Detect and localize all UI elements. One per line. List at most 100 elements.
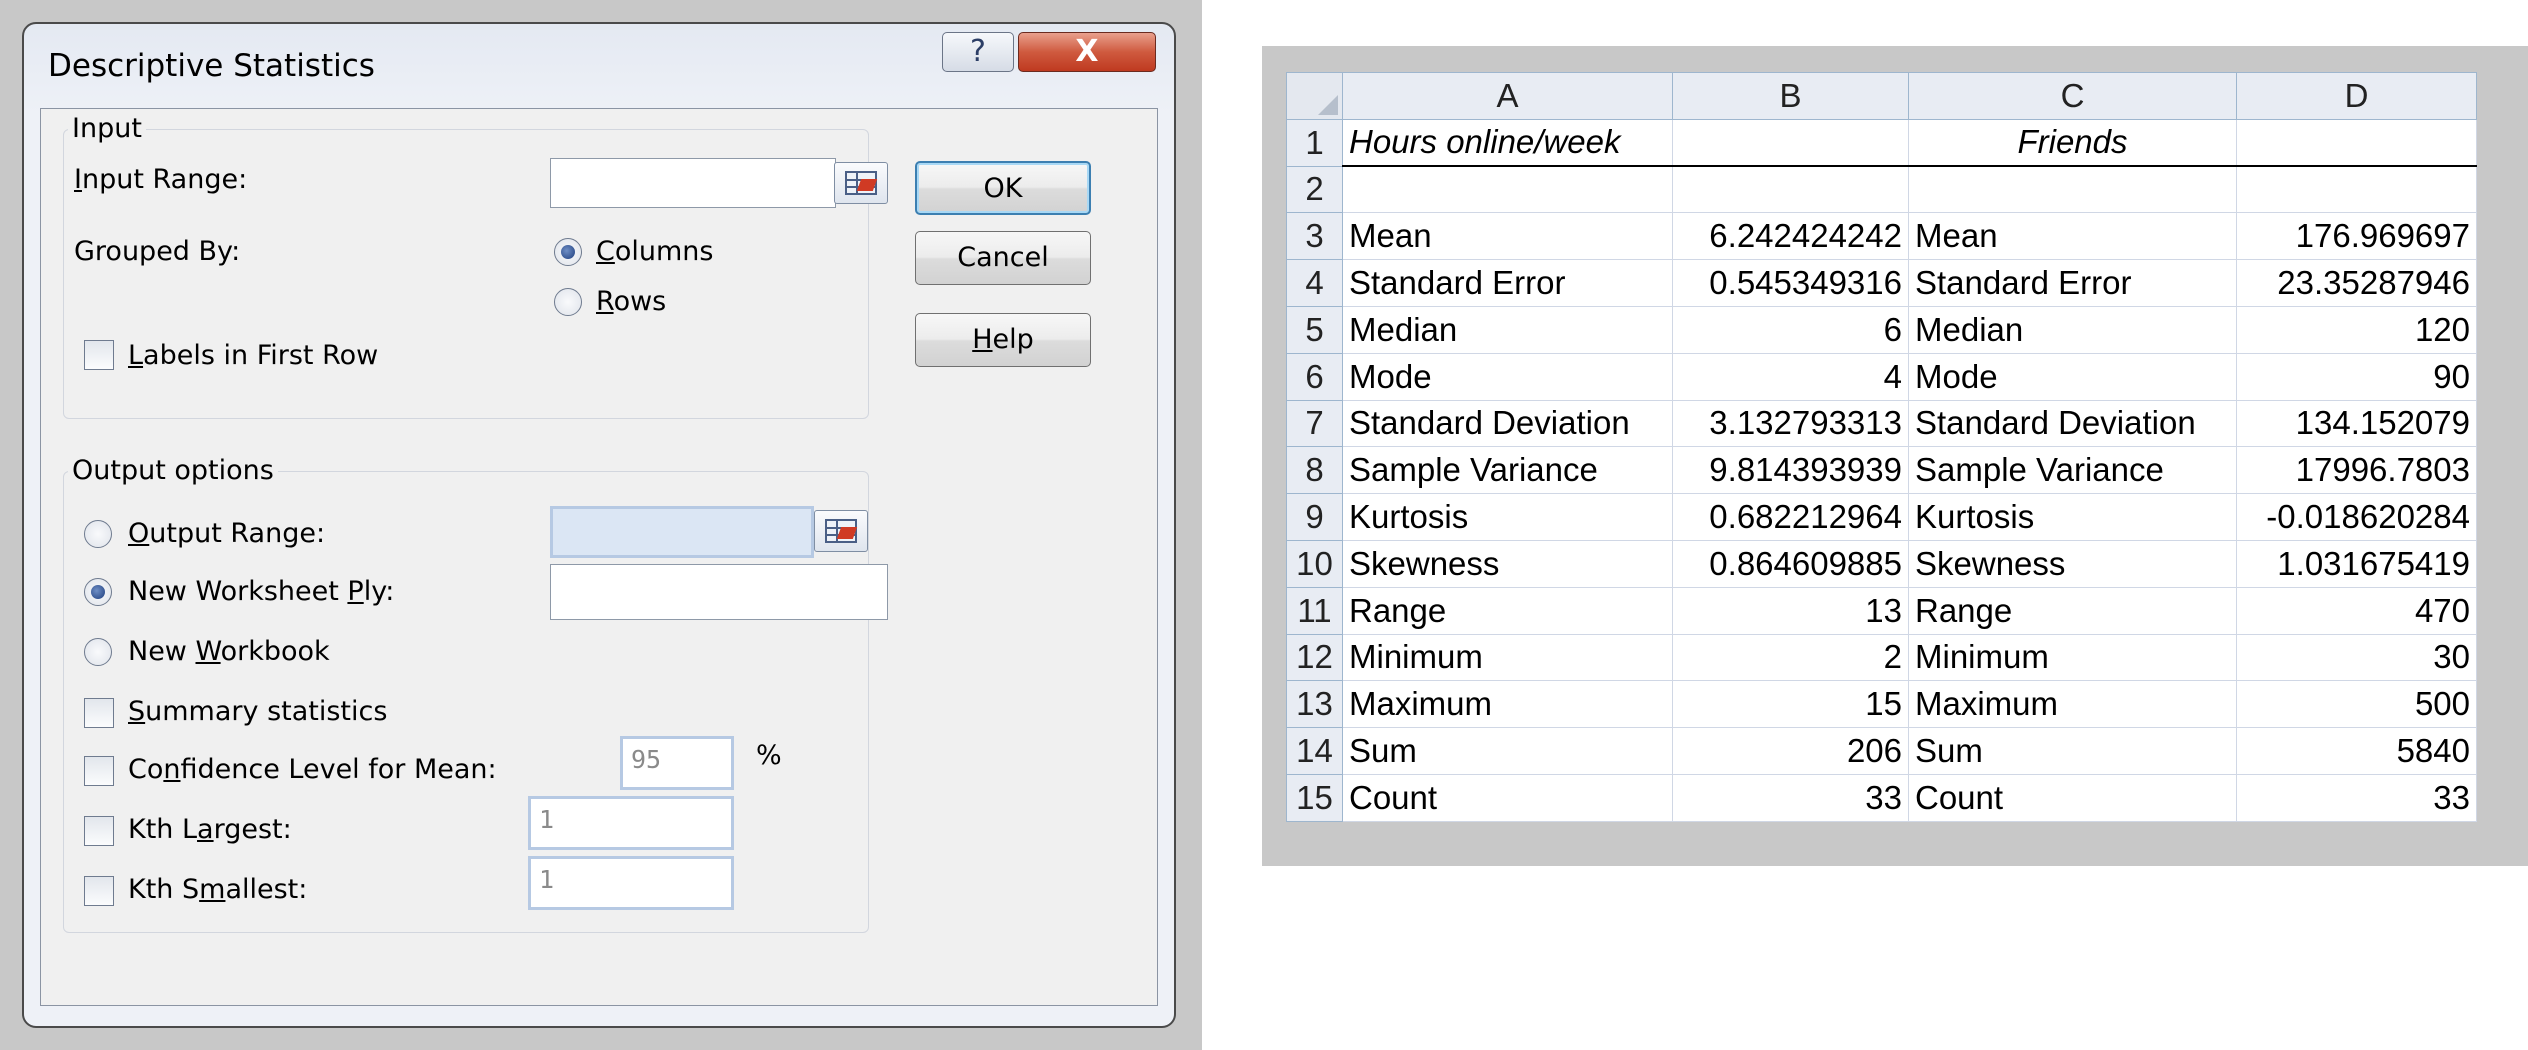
cell[interactable] xyxy=(2236,118,2477,168)
cell[interactable] xyxy=(1908,165,2237,214)
cell[interactable]: Count xyxy=(1908,773,2237,822)
cell[interactable]: Mean xyxy=(1342,212,1673,261)
cell[interactable]: Standard Error xyxy=(1908,259,2237,307)
new-worksheet-ply-field[interactable] xyxy=(550,564,888,620)
row-header[interactable]: 1 xyxy=(1286,118,1343,167)
cell[interactable]: 120 xyxy=(2236,305,2477,354)
cell[interactable] xyxy=(1342,165,1673,214)
cell[interactable]: Count xyxy=(1342,773,1673,822)
cell[interactable]: Standard Deviation xyxy=(1342,399,1673,448)
row-header[interactable]: 10 xyxy=(1286,539,1343,588)
cell[interactable]: Standard Deviation xyxy=(1908,399,2237,448)
help-button[interactable]: Help xyxy=(915,313,1091,367)
cell[interactable]: 5840 xyxy=(2236,727,2477,775)
cell[interactable]: Range xyxy=(1908,586,2237,635)
rows-radio[interactable] xyxy=(554,288,582,316)
cell[interactable]: 1.031675419 xyxy=(2236,539,2477,588)
row-header[interactable]: 15 xyxy=(1286,773,1343,822)
cell[interactable]: 17996.7803 xyxy=(2236,446,2477,495)
output-range-field[interactable] xyxy=(550,506,814,558)
cell[interactable]: 0.864609885 xyxy=(1672,539,1909,588)
cell[interactable]: Maximum xyxy=(1908,680,2237,729)
confidence-level-checkbox[interactable] xyxy=(84,756,114,786)
kth-largest-field[interactable]: 1 xyxy=(528,796,734,850)
kth-smallest-field[interactable]: 1 xyxy=(528,856,734,910)
cell[interactable] xyxy=(1672,118,1909,168)
input-range-collapse-button[interactable] xyxy=(834,162,888,204)
cell[interactable]: 206 xyxy=(1672,727,1909,775)
cell[interactable]: Mean xyxy=(1908,212,2237,261)
new-worksheet-ply-radio[interactable] xyxy=(84,578,112,606)
cell[interactable]: Mode xyxy=(1908,352,2237,401)
row-header[interactable]: 11 xyxy=(1286,586,1343,635)
cell[interactable]: 500 xyxy=(2236,680,2477,729)
new-workbook-radio[interactable] xyxy=(84,638,112,666)
row-header[interactable]: 4 xyxy=(1286,259,1343,307)
cell[interactable]: Mode xyxy=(1342,352,1673,401)
labels-first-row-checkbox[interactable] xyxy=(84,340,114,370)
cell[interactable]: 470 xyxy=(2236,586,2477,635)
ok-button[interactable]: OK xyxy=(915,161,1091,215)
cell[interactable]: Kurtosis xyxy=(1908,493,2237,541)
cell[interactable]: 33 xyxy=(1672,773,1909,822)
cell[interactable]: 90 xyxy=(2236,352,2477,401)
cell[interactable]: Standard Error xyxy=(1342,259,1673,307)
row-header[interactable]: 12 xyxy=(1286,633,1343,682)
cell[interactable]: Minimum xyxy=(1908,633,2237,682)
cell[interactable]: 134.152079 xyxy=(2236,399,2477,448)
cell[interactable]: Median xyxy=(1908,305,2237,354)
output-range-collapse-button[interactable] xyxy=(814,510,868,552)
column-header-a[interactable]: A xyxy=(1342,72,1673,120)
columns-radio[interactable] xyxy=(554,238,582,266)
cell[interactable]: -0.018620284 xyxy=(2236,493,2477,541)
row-header[interactable]: 3 xyxy=(1286,212,1343,261)
column-header-c[interactable]: C xyxy=(1908,72,2237,120)
row-header[interactable]: 6 xyxy=(1286,352,1343,401)
row-header[interactable]: 7 xyxy=(1286,399,1343,448)
select-all-corner[interactable] xyxy=(1286,72,1343,120)
cell[interactable]: 4 xyxy=(1672,352,1909,401)
cell[interactable]: 9.814393939 xyxy=(1672,446,1909,495)
cell[interactable]: Median xyxy=(1342,305,1673,354)
summary-statistics-checkbox[interactable] xyxy=(84,698,114,728)
confidence-level-field[interactable]: 95 xyxy=(620,736,734,790)
title-help-button[interactable]: ? xyxy=(942,32,1014,72)
cell[interactable]: Sample Variance xyxy=(1342,446,1673,495)
cell[interactable]: Minimum xyxy=(1342,633,1673,682)
row-header[interactable]: 2 xyxy=(1286,165,1343,214)
title-close-button[interactable]: X xyxy=(1018,32,1156,72)
cell[interactable]: 15 xyxy=(1672,680,1909,729)
cell[interactable]: Skewness xyxy=(1342,539,1673,588)
output-range-radio[interactable] xyxy=(84,520,112,548)
row-header[interactable]: 5 xyxy=(1286,305,1343,354)
column-header-b[interactable]: B xyxy=(1672,72,1909,120)
cell[interactable]: 176.969697 xyxy=(2236,212,2477,261)
cell[interactable]: 23.35287946 xyxy=(2236,259,2477,307)
cell[interactable]: 30 xyxy=(2236,633,2477,682)
row-header[interactable]: 8 xyxy=(1286,446,1343,495)
cell[interactable]: Kurtosis xyxy=(1342,493,1673,541)
cell[interactable] xyxy=(2236,165,2477,214)
cell[interactable]: Sum xyxy=(1908,727,2237,775)
column-header-d[interactable]: D xyxy=(2236,72,2477,120)
cell[interactable]: 0.682212964 xyxy=(1672,493,1909,541)
cell[interactable]: 0.545349316 xyxy=(1672,259,1909,307)
cell[interactable]: 13 xyxy=(1672,586,1909,635)
cell[interactable]: 3.132793313 xyxy=(1672,399,1909,448)
cell[interactable] xyxy=(1672,165,1909,214)
cell[interactable]: Friends xyxy=(1908,118,2237,168)
cell[interactable]: 33 xyxy=(2236,773,2477,822)
row-header[interactable]: 14 xyxy=(1286,727,1343,775)
cancel-button[interactable]: Cancel xyxy=(915,231,1091,285)
cell[interactable]: 6 xyxy=(1672,305,1909,354)
row-header[interactable]: 9 xyxy=(1286,493,1343,541)
cell[interactable]: Sum xyxy=(1342,727,1673,775)
cell[interactable]: Range xyxy=(1342,586,1673,635)
cell[interactable]: 2 xyxy=(1672,633,1909,682)
cell[interactable]: Hours online/week xyxy=(1342,118,1673,168)
kth-smallest-checkbox[interactable] xyxy=(84,876,114,906)
input-range-field[interactable] xyxy=(550,158,836,208)
cell[interactable]: Maximum xyxy=(1342,680,1673,729)
cell[interactable]: 6.242424242 xyxy=(1672,212,1909,261)
row-header[interactable]: 13 xyxy=(1286,680,1343,729)
